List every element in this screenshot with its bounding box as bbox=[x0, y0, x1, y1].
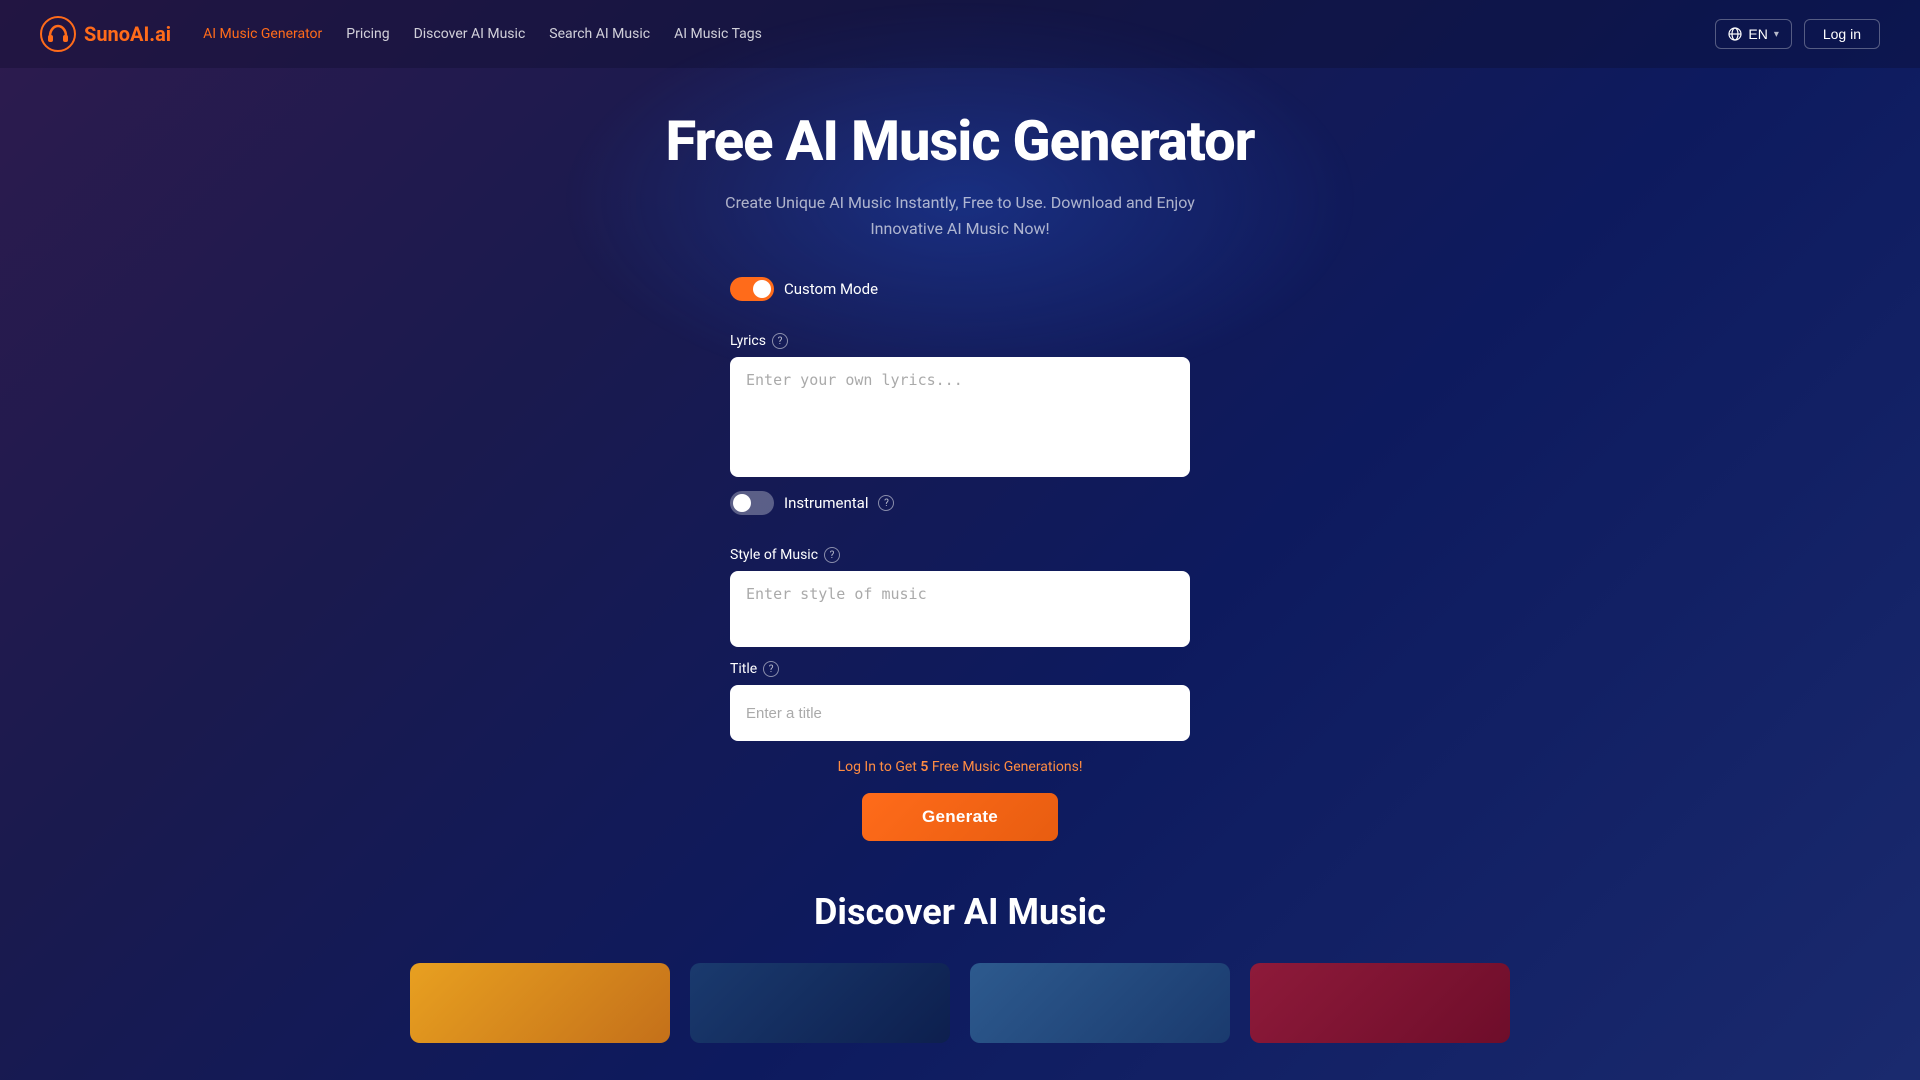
lyrics-label-row: Lyrics ? bbox=[730, 333, 1190, 349]
hero-title: Free AI Music Generator bbox=[665, 108, 1254, 174]
instrumental-label: Instrumental bbox=[784, 494, 868, 512]
nav-links: AI Music Generator Pricing Discover AI M… bbox=[203, 26, 762, 42]
hero-subtitle: Create Unique AI Music Instantly, Free t… bbox=[720, 190, 1200, 241]
nav-discover-ai-music[interactable]: Discover AI Music bbox=[414, 26, 526, 42]
generate-button[interactable]: Generate bbox=[862, 793, 1058, 841]
main-content: Free AI Music Generator Create Unique AI… bbox=[0, 68, 1920, 1043]
custom-mode-label: Custom Mode bbox=[784, 280, 878, 298]
discover-title: Discover AI Music bbox=[814, 891, 1106, 933]
style-input[interactable] bbox=[730, 571, 1190, 647]
generator-form: Custom Mode Lyrics ? Instrumental ? Styl… bbox=[730, 277, 1190, 841]
title-input[interactable] bbox=[730, 685, 1190, 741]
globe-icon bbox=[1728, 27, 1742, 41]
logo-text: SunoAI.ai bbox=[84, 22, 171, 46]
login-promo: Log In to Get 5 Free Music Generations! bbox=[730, 759, 1190, 775]
music-cards-row bbox=[370, 963, 1550, 1043]
music-card-1[interactable] bbox=[410, 963, 670, 1043]
title-help-icon[interactable]: ? bbox=[763, 661, 779, 677]
promo-number: 5 bbox=[920, 759, 928, 775]
music-card-2[interactable] bbox=[690, 963, 950, 1043]
music-card-4[interactable] bbox=[1250, 963, 1510, 1043]
title-label-row: Title ? bbox=[730, 661, 1190, 677]
nav-right: EN ▾ Log in bbox=[1715, 19, 1880, 49]
style-help-icon[interactable]: ? bbox=[824, 547, 840, 563]
navbar: SunoAI.ai AI Music Generator Pricing Dis… bbox=[0, 0, 1920, 68]
instrumental-row: Instrumental ? bbox=[730, 491, 1190, 515]
lang-label: EN bbox=[1748, 26, 1767, 42]
custom-mode-row: Custom Mode bbox=[730, 277, 1190, 301]
style-label-row: Style of Music ? bbox=[730, 547, 1190, 563]
nav-ai-music-tags[interactable]: AI Music Tags bbox=[674, 26, 762, 42]
logo-icon bbox=[40, 16, 76, 52]
nav-search-ai-music[interactable]: Search AI Music bbox=[549, 26, 650, 42]
style-label: Style of Music bbox=[730, 547, 818, 563]
music-card-3[interactable] bbox=[970, 963, 1230, 1043]
login-button[interactable]: Log in bbox=[1804, 19, 1880, 49]
instrumental-help-icon[interactable]: ? bbox=[878, 495, 894, 511]
nav-left: SunoAI.ai AI Music Generator Pricing Dis… bbox=[40, 16, 762, 52]
custom-mode-toggle[interactable] bbox=[730, 277, 774, 301]
title-label: Title bbox=[730, 661, 757, 677]
chevron-down-icon: ▾ bbox=[1774, 29, 1779, 40]
language-button[interactable]: EN ▾ bbox=[1715, 19, 1791, 49]
logo[interactable]: SunoAI.ai bbox=[40, 16, 171, 52]
lyrics-input[interactable] bbox=[730, 357, 1190, 477]
instrumental-toggle[interactable] bbox=[730, 491, 774, 515]
lyrics-help-icon[interactable]: ? bbox=[772, 333, 788, 349]
nav-ai-music-generator[interactable]: AI Music Generator bbox=[203, 26, 322, 42]
lyrics-label: Lyrics bbox=[730, 333, 766, 349]
nav-pricing[interactable]: Pricing bbox=[346, 26, 389, 42]
